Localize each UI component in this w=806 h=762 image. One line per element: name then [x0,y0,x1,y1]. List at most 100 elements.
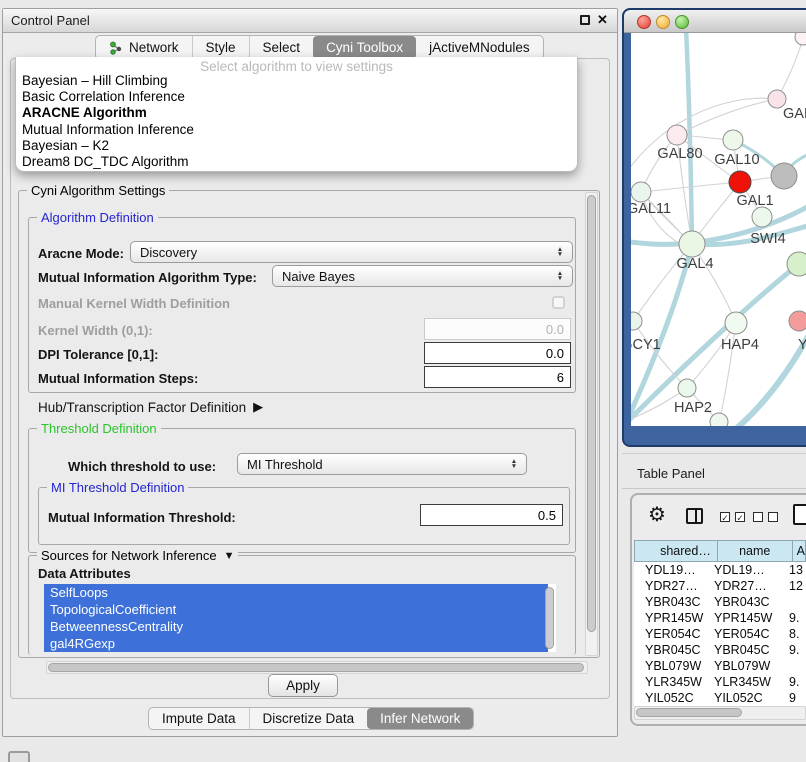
node-label: GAL1 [736,193,773,209]
zoom-traffic-light[interactable] [675,15,689,29]
network-graph-icon [109,41,123,55]
network-graph: GAL GAL80 GAL10 GAL1 GAL11 SWI4 GAL4 GCY… [631,33,806,426]
network-view-window[interactable]: GAL GAL80 GAL10 GAL1 GAL11 SWI4 GAL4 GCY… [622,8,806,447]
node-label: GAL [783,106,806,122]
network-node-gal1[interactable] [729,171,751,193]
mi-type-combo[interactable]: Naive Bayes ▲▼ [272,265,573,287]
panel-divider [622,488,806,489]
mi-threshold-label: Mutual Information Threshold: [48,510,236,525]
network-node-gcy1[interactable] [631,312,642,330]
algorithm-combo-placeholder: Select algorithm to view settings [16,59,577,74]
apply-button[interactable]: Apply [268,674,338,697]
network-node-hap2[interactable] [678,379,696,397]
mi-threshold-field[interactable]: 0.5 [420,504,563,526]
settings-scrollbar-thumb[interactable] [587,195,596,632]
tab-jactivemnodules[interactable]: jActiveMNodules [416,36,543,59]
gear-icon[interactable]: ⚙ [648,505,666,525]
node-label: GCY1 [631,337,661,353]
network-node-gal10[interactable] [723,130,743,150]
export-table-icon[interactable] [793,504,806,525]
table-row[interactable]: YBL079WYBL079W [634,658,806,674]
tab-discretize-data[interactable]: Discretize Data [249,708,368,729]
node-label: Y [798,337,806,353]
which-threshold-label: Which threshold to use: [68,459,216,474]
network-node[interactable] [710,413,728,426]
network-node[interactable] [789,311,806,331]
dpi-tolerance-field[interactable]: 0.0 [424,342,571,364]
data-attributes-label: Data Attributes [38,566,131,581]
deselect-all-checkbox-icon[interactable] [753,512,763,522]
list-item[interactable]: gal4RGexp [44,635,548,652]
edge[interactable] [677,99,777,135]
hub-definition-label: Hub/Transcription Factor Definition [38,400,246,415]
which-threshold-value: MI Threshold [238,457,506,472]
menu-item-aracne[interactable]: ARACNE Algorithm [20,105,573,121]
table-hscrollbar-thumb[interactable] [636,708,742,717]
network-node-gal4[interactable] [679,231,705,257]
tab-impute-data[interactable]: Impute Data [149,708,249,729]
list-item[interactable]: BetweennessCentrality [44,618,548,635]
panel-divider [622,453,806,454]
select-all-checkbox-icon[interactable]: ✓ [735,512,745,522]
network-node-swi4[interactable] [752,207,772,227]
table-row[interactable]: YPR145WYPR145W9. [634,610,806,626]
column-header-cut[interactable]: A [793,541,805,561]
table-row[interactable]: YIL052CYIL052C9 [634,690,806,706]
bottom-tabbar: Impute Data Discretize Data Infer Networ… [148,707,474,730]
manual-kernel-label: Manual Kernel Width Definition [38,296,230,311]
deselect-all-checkbox-icon[interactable] [768,512,778,522]
select-all-checkbox-icon[interactable]: ✓ [720,512,730,522]
float-window-icon[interactable] [580,15,590,25]
close-icon[interactable]: ✕ [597,12,608,28]
manual-kernel-checkbox[interactable] [552,296,565,309]
table-panel-title: Table Panel [637,466,705,481]
columns-icon[interactable] [686,508,703,524]
menu-item[interactable]: Basic Correlation Inference [20,89,573,105]
network-node[interactable] [771,163,797,189]
kernel-width-field[interactable]: 0.0 [424,318,571,340]
menu-item[interactable]: Mutual Information Inference [20,122,573,138]
table-row[interactable]: YER054CYER054C8. [634,626,806,642]
menu-item[interactable]: Dream8 DC_TDC Algorithm [20,154,573,170]
network-node-gal11[interactable] [631,182,651,202]
mi-steps-field[interactable]: 6 [424,366,571,388]
node-label: GAL80 [657,146,702,162]
network-node-gal80[interactable] [667,125,687,145]
aracne-mode-combo[interactable]: Discovery ▲▼ [130,241,573,263]
attribute-list-scrollbar-thumb[interactable] [545,587,554,649]
table-row[interactable]: YLR345WYLR345W9. [634,674,806,690]
collapsed-panel-button[interactable] [8,751,30,762]
tab-cyni-toolbox[interactable]: Cyni Toolbox [313,36,416,59]
list-item[interactable]: SelfLoops [44,584,548,601]
minimize-traffic-light[interactable] [656,15,670,29]
control-panel-titlebar[interactable] [3,9,617,33]
sources-disclosure[interactable]: Sources for Network Inference ▼ [37,548,238,563]
hub-definition-disclosure[interactable]: Hub/Transcription Factor Definition ▶ [38,399,263,415]
menu-item[interactable]: Bayesian – K2 [20,138,573,154]
close-traffic-light[interactable] [637,15,651,29]
network-node[interactable] [795,33,806,45]
menu-item[interactable]: Bayesian – Hill Climbing [20,73,573,89]
edge[interactable] [777,39,803,99]
table-row[interactable]: YBR043CYBR043C [634,594,806,610]
network-canvas[interactable]: GAL GAL80 GAL10 GAL1 GAL11 SWI4 GAL4 GCY… [631,33,806,426]
tab-style[interactable]: Style [192,36,249,59]
column-header-shared-name[interactable]: shared… [635,541,718,561]
edge[interactable] [633,321,687,388]
algorithm-definition-title: Algorithm Definition [37,210,158,225]
cyni-algorithm-settings-title: Cyni Algorithm Settings [27,183,169,198]
which-threshold-combo[interactable]: MI Threshold ▲▼ [237,453,527,475]
table-row[interactable]: YDL19…YDL19…13 [634,562,806,578]
tab-network[interactable]: Network [96,36,192,59]
tab-infer-network[interactable]: Infer Network [367,708,473,729]
table-row[interactable]: YBR045CYBR045C9. [634,642,806,658]
column-header-name[interactable]: name [718,541,793,561]
network-window-titlebar[interactable] [624,10,806,33]
list-item[interactable]: TopologicalCoefficient [44,601,548,618]
settings-hscrollbar-thumb[interactable] [48,663,584,672]
table-row[interactable]: YDR27…YDR27…12 [634,578,806,594]
threshold-definition-title: Threshold Definition [37,421,161,436]
network-node[interactable] [787,252,806,276]
network-node-hap4[interactable] [725,312,747,334]
tab-select[interactable]: Select [249,36,314,59]
